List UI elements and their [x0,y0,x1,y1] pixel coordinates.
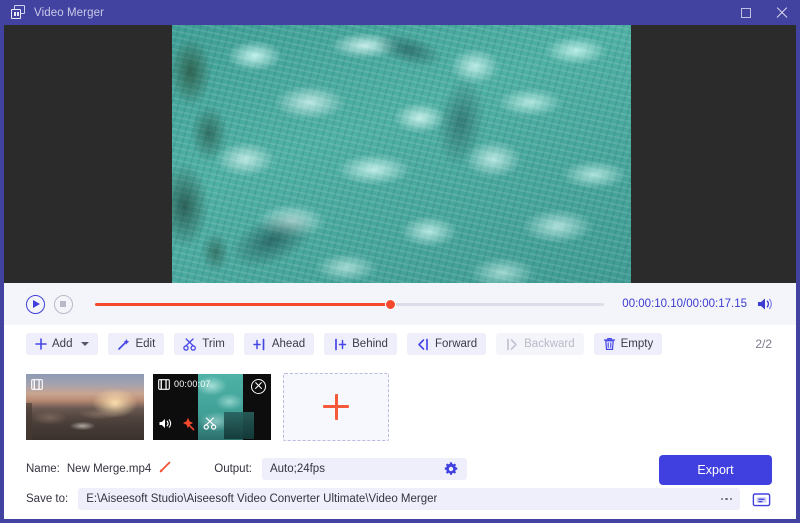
save-path-field[interactable]: E:\Aiseesoft Studio\Aiseesoft Video Conv… [78,488,740,510]
move-backward-button[interactable]: Backward [496,333,584,355]
output-value: Auto;24fps [269,463,325,475]
clip-duration: 00:00:07 [174,379,211,389]
window-controls [739,0,790,25]
add-button[interactable]: Add [26,333,99,355]
clip-item-2[interactable]: 00:00:07 [153,373,271,440]
clip-badge: 00:00:07 [158,378,211,390]
video-preview[interactable] [4,25,796,283]
export-button[interactable]: Export [659,455,772,485]
video-still [172,25,631,283]
plus-icon [323,393,349,420]
insert-ahead-button-label: Ahead [271,338,306,350]
edit-toolbar: Add Edit Trim Ahead Behind Forward Backw… [4,325,796,363]
open-folder-button[interactable] [750,488,772,510]
output-settings: Name: New Merge.mp4 Output: Auto;24fps S… [4,450,796,519]
move-forward-button[interactable]: Forward [406,333,487,355]
slider-thumb[interactable] [385,299,397,310]
trim-button-label: Trim [202,338,225,350]
add-clip-placeholder[interactable] [283,372,389,441]
save-path-value: E:\Aiseesoft Studio\Aiseesoft Video Conv… [86,493,438,505]
window-title: Video Merger [34,6,105,19]
video-merger-window: Video Merger 00:00:10.10/00:00:17.15 Add… [0,0,800,523]
name-value: New Merge.mp4 [66,463,152,475]
clip-badge [31,378,47,390]
move-backward-button-label: Backward [524,338,575,350]
stop-button[interactable] [54,294,73,314]
app-icon [11,5,26,20]
settings-row-path: Save to: E:\Aiseesoft Studio\Aiseesoft V… [4,486,796,512]
edit-button-label: Edit [135,338,156,350]
volume-icon[interactable] [756,296,774,312]
film-icon [31,378,43,390]
save-to-label: Save to: [26,493,69,505]
output-field[interactable]: Auto;24fps [261,458,467,482]
clip-volume-icon[interactable] [158,417,173,435]
clip-item-1[interactable] [26,373,144,440]
add-button-label: Add [52,338,73,350]
insert-ahead-button[interactable]: Ahead [243,333,315,355]
clip-trim-icon[interactable] [203,417,218,435]
gear-icon[interactable] [443,461,459,482]
empty-button[interactable]: Empty [593,333,663,355]
name-label: Name: [26,463,60,475]
insert-behind-button[interactable]: Behind [324,333,397,355]
empty-button-label: Empty [620,338,654,350]
clip-remove-button[interactable] [251,378,266,394]
player-controls: 00:00:10.10/00:00:17.15 [4,283,796,325]
trim-button[interactable]: Trim [174,333,234,355]
folder-open-icon [752,492,770,506]
edit-button[interactable]: Edit [108,333,165,355]
move-forward-button-label: Forward [434,338,478,350]
titlebar: Video Merger [0,0,800,25]
clip-tools [158,417,218,436]
slider-fill [95,303,391,306]
output-label: Output: [214,463,252,475]
ellipsis-icon[interactable] [720,488,732,510]
video-frame [172,25,631,283]
close-button[interactable] [774,5,790,21]
chevron-down-icon[interactable] [81,342,90,346]
playback-slider[interactable] [95,297,605,311]
clip-counter: 2/2 [755,337,772,351]
maximize-button[interactable] [739,5,755,21]
time-display: 00:00:10.10/00:00:17.15 [622,298,747,310]
play-button[interactable] [26,294,45,314]
pencil-icon[interactable] [159,460,172,478]
film-icon [158,378,170,390]
clip-edit-icon[interactable] [181,417,195,436]
insert-behind-button-label: Behind [352,338,388,350]
clip-strip: 00:00:07 [4,363,796,450]
